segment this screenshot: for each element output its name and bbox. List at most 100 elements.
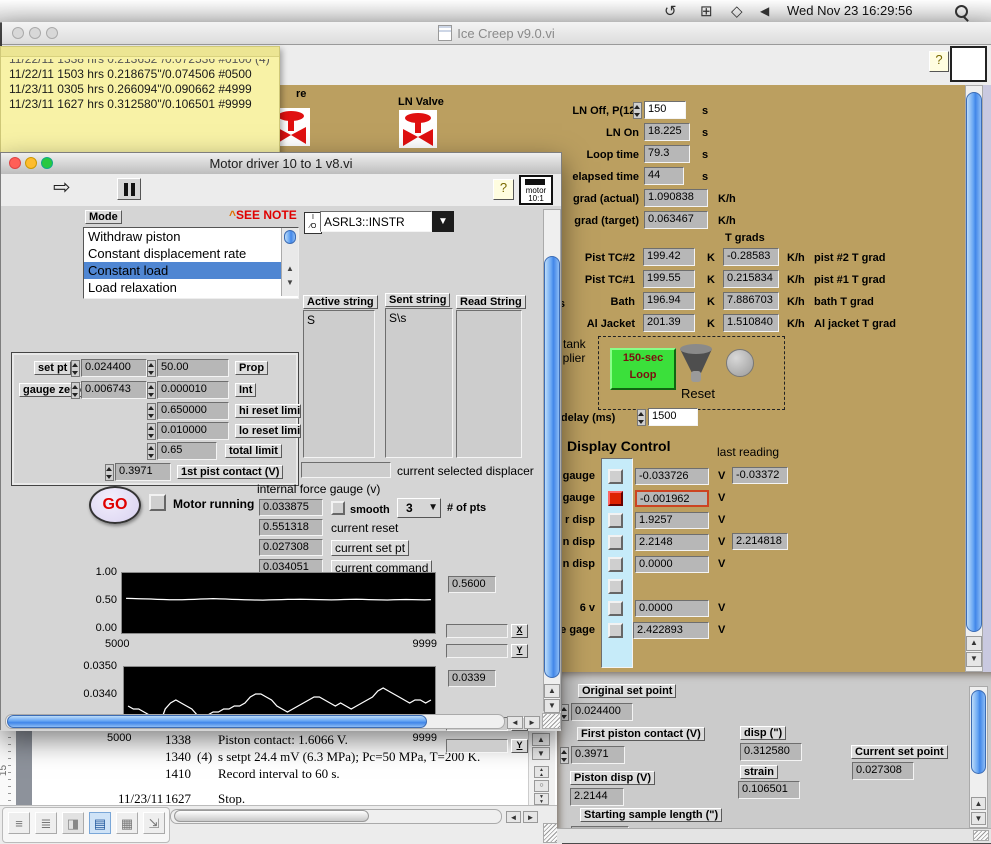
g1-yscale-button[interactable]: Y [511, 644, 528, 658]
read-delay-spinner[interactable] [637, 409, 646, 426]
motor-hscrollbar-thumb[interactable] [7, 715, 427, 728]
prop-spinner[interactable] [147, 360, 156, 377]
browse-next-button[interactable]: ▼▼ [534, 793, 549, 805]
panel-vscrollbar-thumb[interactable] [971, 690, 986, 774]
window-resize-grip[interactable] [973, 830, 989, 841]
view-outline-button[interactable]: ≣ [35, 812, 57, 834]
scroll-up-arrow[interactable]: ▲ [971, 797, 986, 810]
first-contact-field[interactable]: 0.3971 [115, 463, 171, 481]
original-set-point-field[interactable]: 0.024400 [571, 703, 633, 721]
motor-vi-icon[interactable]: motor 10:1 [519, 175, 553, 205]
hi-reset-field[interactable]: 0.650000 [157, 402, 229, 420]
dc-select-button[interactable] [608, 623, 623, 638]
help-button[interactable]: ? [493, 179, 514, 200]
visa-resource-field[interactable]: ASRL3::INSTR [320, 211, 432, 232]
visa-dropdown-button[interactable]: ▼ [432, 211, 454, 232]
motor-vscrollbar-thumb[interactable] [544, 256, 560, 678]
volume-icon[interactable]: ◀ [760, 4, 769, 18]
scroll-left-arrow[interactable]: ◄ [507, 716, 523, 729]
dc-select-button-active[interactable] [608, 491, 623, 506]
set-pt-field[interactable]: 0.024400 [81, 359, 147, 377]
scroll-right-arrow[interactable]: ► [524, 716, 540, 729]
go-button[interactable]: GO [89, 486, 141, 524]
close-button[interactable] [9, 157, 21, 169]
motor-titlebar[interactable]: Motor driver 10 to 1 v8.vi [1, 153, 561, 175]
num-pts-dropdown[interactable]: 3 ▼ [397, 498, 441, 518]
mode-scroll-thumb[interactable] [284, 230, 296, 244]
scroll-left-arrow[interactable]: ◄ [506, 811, 521, 823]
hi-reset-spinner[interactable] [147, 403, 156, 420]
scroll-up-arrow[interactable]: ▲ [966, 636, 982, 651]
dropbox-icon[interactable]: ◇ [731, 2, 743, 20]
g1-xscale-button[interactable]: X [511, 624, 528, 638]
word-hscrollbar-thumb[interactable] [174, 810, 369, 822]
int-field[interactable]: 0.000010 [157, 381, 229, 399]
view-normal-button[interactable]: ≡ [8, 812, 30, 834]
gauge-zero-spinner[interactable] [71, 382, 80, 399]
scroll-down-arrow[interactable]: ▼ [532, 747, 550, 760]
view-print-layout-button[interactable]: ▤ [89, 812, 111, 834]
reset-led[interactable] [726, 349, 754, 377]
mode-item[interactable]: Withdraw piston [84, 228, 298, 245]
mode-listbox[interactable]: Withdraw piston Constant displacement ra… [83, 227, 299, 299]
gauge-zero-field[interactable]: 0.006743 [81, 381, 147, 399]
int-spinner[interactable] [147, 382, 156, 399]
ln-off-field[interactable]: 150 [644, 101, 686, 119]
view-fullscreen-button[interactable]: ⇲ [143, 812, 165, 834]
dc-select-button[interactable] [608, 469, 623, 484]
minimize-button[interactable] [25, 157, 37, 169]
zoom-button[interactable] [41, 157, 53, 169]
read-string-box[interactable] [456, 310, 522, 458]
sticky-note-text[interactable]: 11/22/11 1338 hrs 0.213652"/0.072536 #01… [9, 59, 275, 153]
motor-running-checkbox[interactable] [149, 494, 166, 511]
dc-select-button[interactable] [608, 601, 623, 616]
sent-string-box[interactable]: S\s [385, 308, 453, 458]
g2-yscale-button[interactable]: Y [511, 739, 528, 753]
dc-select-button[interactable] [608, 513, 623, 528]
menu-clock[interactable]: Wed Nov 23 16:29:56 [787, 3, 913, 18]
sticky-note[interactable]: 11/22/11 1338 hrs 0.213652"/0.072536 #01… [0, 46, 280, 154]
lo-reset-field[interactable]: 0.010000 [157, 422, 229, 440]
window-resize-grip[interactable] [542, 713, 561, 729]
time-machine-icon[interactable]: ↺ [664, 2, 677, 20]
help-button[interactable]: ? [929, 51, 949, 72]
scroll-down-arrow[interactable]: ▼ [966, 652, 982, 667]
reset-funnel-icon[interactable] [678, 343, 714, 385]
dc-select-button[interactable] [608, 535, 623, 550]
view-notebook-button[interactable]: ▦ [116, 812, 138, 834]
mode-item-selected[interactable]: Constant load [84, 262, 284, 279]
smooth-checkbox[interactable] [331, 501, 345, 515]
view-publishing-button[interactable]: ◨ [62, 812, 84, 834]
ice-vscrollbar-thumb[interactable] [966, 92, 982, 632]
scroll-up-arrow[interactable]: ▲ [532, 733, 550, 746]
first-piston-contact-spinner[interactable] [560, 747, 569, 764]
dc-select-button[interactable] [608, 557, 623, 572]
minimize-button[interactable] [29, 27, 41, 39]
first-piston-contact-field[interactable]: 0.3971 [571, 746, 625, 764]
close-button[interactable] [12, 27, 24, 39]
spaces-icon[interactable]: ⊞ [700, 2, 713, 20]
pause-button[interactable] [117, 178, 141, 200]
scroll-down-arrow[interactable]: ▼ [971, 812, 986, 825]
mode-item[interactable]: Constant displacement rate [84, 245, 298, 262]
force-strip-chart[interactable] [121, 572, 436, 634]
scroll-up-arrow[interactable]: ▲ [286, 264, 294, 273]
scroll-down-arrow[interactable]: ▼ [286, 278, 294, 287]
spotlight-icon[interactable] [955, 5, 968, 18]
scroll-down-arrow[interactable]: ▼ [544, 699, 560, 713]
mode-item[interactable]: Load relaxation [84, 279, 298, 296]
vi-icon-box[interactable] [950, 46, 987, 82]
read-delay-field[interactable]: 1500 [648, 408, 698, 426]
zoom-button[interactable] [46, 27, 58, 39]
total-limit-spinner[interactable] [147, 443, 156, 460]
loop-150s-indicator[interactable]: 150-sec Loop [610, 348, 676, 390]
browse-object-button[interactable]: ○ [534, 780, 549, 792]
run-button[interactable]: ⇨ [53, 175, 71, 200]
ln-off-spinner[interactable] [633, 102, 642, 119]
scroll-up-arrow[interactable]: ▲ [544, 684, 560, 698]
mode-scroll-column[interactable]: ▲ ▼ [281, 228, 298, 296]
first-contact-spinner[interactable] [105, 464, 114, 481]
lo-reset-spinner[interactable] [147, 423, 156, 440]
ice-creep-titlebar[interactable]: Ice Creep v9.0.vi [2, 22, 991, 45]
dc-select-button[interactable] [608, 579, 623, 594]
